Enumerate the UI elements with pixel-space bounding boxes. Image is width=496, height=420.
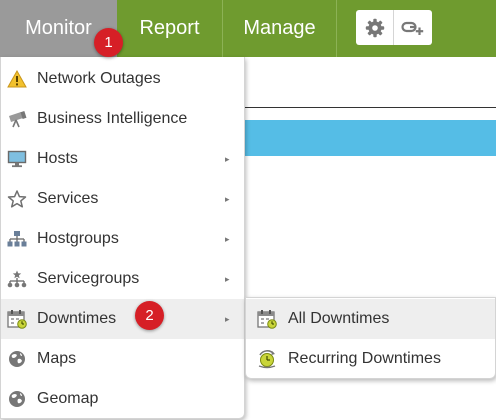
app-screen: Monitor Report Manage Network Outages Bu…	[0, 0, 496, 420]
nav-report[interactable]: Report	[117, 0, 222, 57]
servicegroups-icon	[6, 269, 28, 289]
globe-icon	[6, 389, 28, 409]
menu-item-services[interactable]: Services ▸	[1, 179, 244, 219]
hostgroups-icon	[6, 229, 28, 249]
menu-item-servicegroups[interactable]: Servicegroups ▸	[1, 259, 244, 299]
submenu-arrow-icon: ▸	[225, 313, 230, 324]
menu-item-label: Geomap	[37, 390, 99, 407]
menu-item-label: Servicegroups	[37, 270, 140, 287]
globe-icon	[6, 349, 28, 369]
menu-item-label: Network Outages	[37, 70, 161, 87]
recurring-clock-icon	[256, 349, 278, 369]
menu-item-network-outages[interactable]: Network Outages	[1, 59, 244, 99]
menu-item-label: Maps	[37, 350, 77, 367]
menu-item-label: Business Intelligence	[37, 110, 188, 127]
calendar-icon	[6, 309, 28, 329]
submenu-arrow-icon: ▸	[225, 233, 230, 244]
menu-item-hosts[interactable]: Hosts ▸	[1, 139, 244, 179]
menu-item-downtimes[interactable]: Downtimes ▸	[1, 299, 244, 339]
menu-item-label: Hosts	[37, 150, 78, 167]
star-icon	[6, 189, 28, 209]
menu-item-label: Downtimes	[37, 310, 117, 327]
menu-item-label: Hostgroups	[37, 230, 119, 247]
gear-icon	[365, 18, 384, 37]
monitor-icon	[6, 149, 28, 169]
submenu-item-label: Recurring Downtimes	[288, 350, 441, 367]
submenu-item-label: All Downtimes	[288, 310, 390, 327]
callout-badge-2: 2	[135, 301, 164, 330]
callout-badge-1: 1	[94, 28, 123, 57]
menu-item-maps[interactable]: Maps	[1, 339, 244, 379]
bi-telescope-icon	[6, 109, 28, 129]
page-header-band	[244, 120, 496, 156]
downtimes-submenu: All Downtimes Recurring Downtimes	[245, 297, 496, 379]
submenu-item-recurring-downtimes[interactable]: Recurring Downtimes	[246, 339, 495, 379]
submenu-item-all-downtimes[interactable]: All Downtimes	[246, 299, 495, 339]
menu-item-geomap[interactable]: Geomap	[1, 379, 244, 419]
menu-item-hostgroups[interactable]: Hostgroups ▸	[1, 219, 244, 259]
settings-button[interactable]	[356, 10, 394, 45]
link-add-icon	[401, 21, 424, 35]
top-nav-bar: Monitor Report Manage	[0, 0, 496, 57]
nav-manage[interactable]: Manage	[222, 0, 336, 57]
nav-divider	[336, 0, 337, 57]
menu-item-label: Services	[37, 190, 99, 207]
warning-icon	[6, 69, 28, 89]
add-link-button[interactable]	[394, 10, 432, 45]
menu-item-business-intelligence[interactable]: Business Intelligence	[1, 99, 244, 139]
page-divider	[244, 107, 496, 108]
monitor-dropdown-menu: Network Outages Business Intelligence Ho…	[0, 57, 245, 419]
calendar-icon	[256, 309, 278, 329]
submenu-arrow-icon: ▸	[225, 153, 230, 164]
tool-button-group	[356, 10, 432, 45]
submenu-arrow-icon: ▸	[225, 273, 230, 284]
submenu-arrow-icon: ▸	[225, 193, 230, 204]
